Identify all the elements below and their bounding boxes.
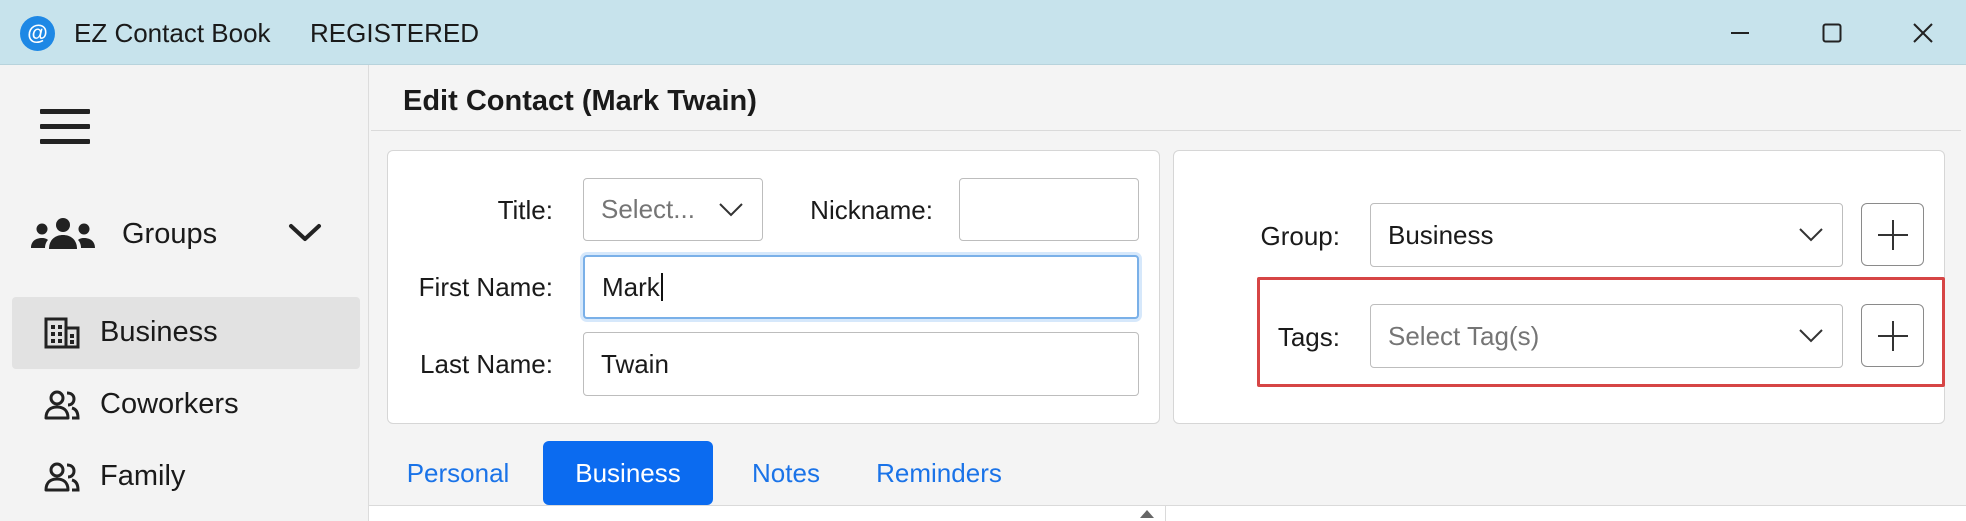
sidebar-item-label: Coworkers — [100, 388, 239, 420]
tab-content-area — [369, 505, 1966, 521]
app-title: EZ Contact Book — [74, 18, 271, 48]
last-name-input[interactable]: Twain — [583, 332, 1139, 396]
content-divider — [1165, 505, 1166, 521]
group-select[interactable]: Business — [1370, 203, 1843, 267]
chevron-down-icon — [289, 224, 321, 241]
plus-icon — [1877, 219, 1908, 250]
people-icon — [44, 462, 80, 492]
people-icon — [44, 390, 80, 420]
tab-notes[interactable]: Notes — [731, 441, 841, 505]
groups-icon — [31, 218, 95, 249]
registration-status: REGISTERED — [310, 18, 480, 48]
groups-expander[interactable]: Groups — [30, 213, 330, 257]
page-title: Edit Contact (Mark Twain) — [403, 85, 757, 117]
hamburger-menu-button[interactable] — [40, 109, 90, 145]
title-select-value: Select... — [601, 194, 695, 224]
add-group-button[interactable] — [1861, 203, 1924, 266]
tab-personal[interactable]: Personal — [391, 441, 525, 505]
hamburger-bar — [40, 139, 90, 144]
tab-reminders[interactable]: Reminders — [859, 441, 1019, 505]
app-logo-icon: @ — [20, 16, 55, 51]
sidebar-item-family[interactable]: Family — [12, 441, 360, 513]
title-divider — [371, 130, 1961, 131]
close-button[interactable] — [1878, 0, 1966, 65]
sidebar: Groups Business Coworkers Family — [0, 65, 368, 521]
sidebar-item-business[interactable]: Business — [12, 297, 360, 369]
groups-label: Groups — [122, 218, 218, 250]
minimize-button[interactable] — [1695, 0, 1785, 65]
last-name-label: Last Name: — [420, 349, 553, 379]
hamburger-bar — [40, 124, 90, 129]
title-bar: @ EZ Contact Book REGISTERED — [0, 0, 1966, 65]
last-name-value: Twain — [601, 348, 669, 379]
scroll-up-icon[interactable] — [1139, 509, 1155, 519]
nickname-input[interactable] — [959, 178, 1139, 241]
chevron-down-icon — [1799, 228, 1823, 242]
sidebar-item-label: Family — [100, 460, 186, 492]
maximize-button[interactable] — [1787, 0, 1877, 65]
first-name-value: Mark — [602, 271, 660, 302]
close-icon — [1913, 22, 1933, 43]
nickname-label: Nickname: — [810, 195, 933, 225]
maximize-icon — [1822, 23, 1842, 42]
tags-row-highlight — [1257, 277, 1945, 387]
title-label: Title: — [497, 195, 553, 225]
sidebar-item-label: Business — [100, 316, 218, 348]
title-select[interactable]: Select... — [583, 178, 763, 241]
hamburger-bar — [40, 109, 90, 114]
text-caret — [660, 273, 663, 301]
group-select-value: Business — [1388, 219, 1494, 250]
tab-business[interactable]: Business — [543, 441, 713, 505]
sidebar-item-coworkers[interactable]: Coworkers — [12, 369, 360, 441]
first-name-input[interactable]: Mark — [583, 255, 1139, 319]
minimize-icon — [1731, 31, 1749, 34]
first-name-label: First Name: — [418, 272, 553, 302]
chevron-down-icon — [719, 202, 743, 216]
building-icon — [44, 317, 80, 349]
group-label: Group: — [1260, 221, 1341, 251]
name-card: Title: Select... Nickname: First Name: M… — [387, 150, 1160, 424]
